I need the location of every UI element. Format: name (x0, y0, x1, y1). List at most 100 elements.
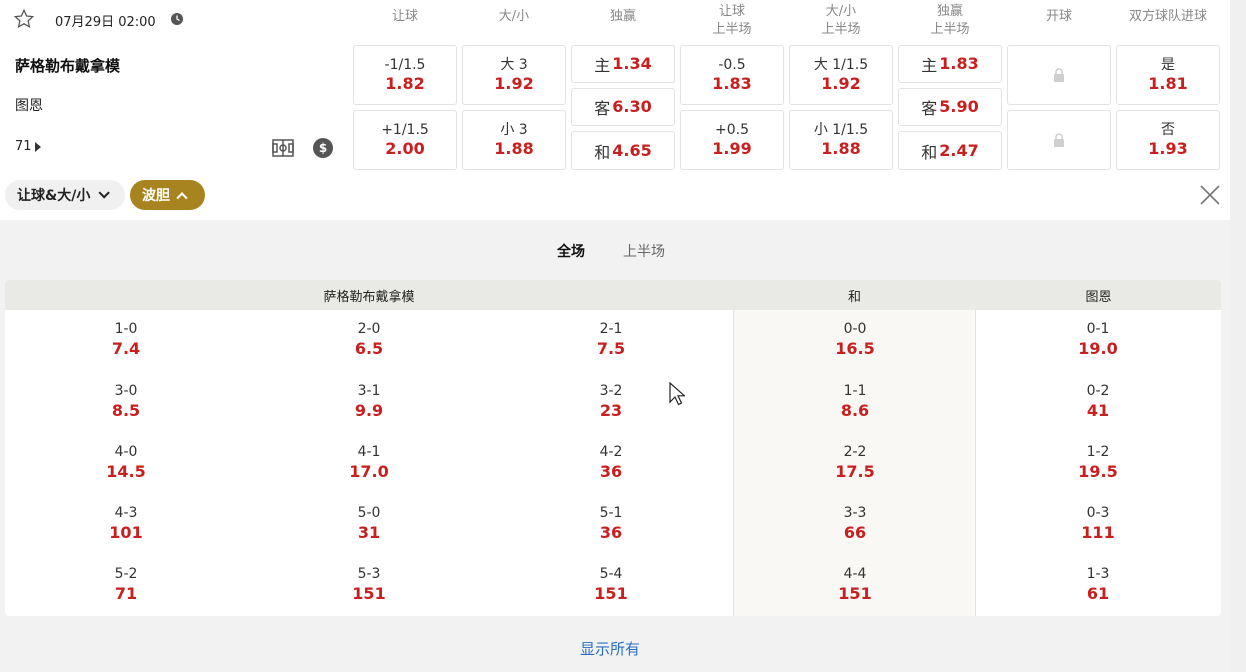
odds-button-moneyline-away[interactable]: 客 6.30 (571, 88, 675, 126)
column-header-total-1h: 大/小 上半场 (821, 4, 861, 37)
score-odds-cell[interactable]: 5-2 71 (56, 565, 196, 604)
odds-button-under-1h[interactable]: 小 1/1.5 1.88 (789, 110, 893, 170)
favorite-star-icon[interactable] (13, 8, 35, 30)
score-odds-value: 8.6 (840, 401, 870, 420)
odds-button-handicap-1h-home[interactable]: -0.5 1.83 (680, 45, 784, 105)
score-odds-cell[interactable]: 2-0 6.5 (299, 320, 439, 359)
odds-line: 小 3 (500, 122, 528, 138)
odds-button-handicap-home[interactable]: -1/1.5 1.82 (353, 45, 457, 105)
score-label: 0-0 (843, 321, 867, 337)
odds-line: -1/1.5 (384, 57, 426, 73)
odds-line: 否 (1161, 122, 1175, 138)
score-odds-cell[interactable]: 1-3 61 (1028, 565, 1168, 604)
home-team-name: 萨格勒布戴拿模 (15, 57, 121, 75)
score-odds-cell[interactable]: 4-4 151 (785, 565, 925, 604)
score-label: 1-2 (1086, 444, 1110, 460)
odds-value: 4.65 (612, 140, 652, 160)
odds-line: 小 1/1.5 (813, 122, 869, 138)
score-odds-cell[interactable]: 2-1 7.5 (541, 320, 681, 359)
score-odds-value: 17.0 (349, 462, 389, 481)
odds-button-under[interactable]: 小 3 1.88 (462, 110, 566, 170)
odds-label: 和 (594, 142, 611, 162)
column-header-total: 大/小 (498, 9, 530, 24)
odds-line: 大 3 (500, 57, 528, 73)
odds-line: +0.5 (715, 122, 749, 138)
score-odds-cell[interactable]: 4-0 14.5 (56, 443, 196, 482)
score-odds-cell[interactable]: 1-1 8.6 (785, 382, 925, 421)
score-odds-value: 151 (594, 584, 628, 603)
score-odds-cell[interactable]: 5-1 36 (541, 504, 681, 543)
tab-first-half[interactable]: 上半场 (623, 241, 665, 261)
grid-header-away: 图恩 (976, 280, 1221, 310)
score-odds-cell[interactable]: 0-1 19.0 (1028, 320, 1168, 359)
chevron-up-icon (176, 192, 188, 204)
show-all-link[interactable]: 显示所有 (580, 638, 640, 659)
odds-button-handicap-away[interactable]: +1/1.5 2.00 (353, 110, 457, 170)
score-odds-value: 9.9 (354, 401, 384, 420)
score-label: 0-2 (1086, 383, 1110, 399)
odds-line: +1/1.5 (381, 122, 429, 138)
odds-value: 6.30 (612, 97, 652, 116)
odds-button-over-1h[interactable]: 大 1/1.5 1.92 (789, 45, 893, 105)
odds-button-btts-no[interactable]: 否 1.93 (1116, 110, 1220, 170)
score-odds-cell[interactable]: 5-3 151 (299, 565, 439, 604)
score-label: 2-0 (357, 321, 381, 337)
lock-icon (1054, 133, 1064, 147)
odds-button-btts-yes[interactable]: 是 1.81 (1116, 45, 1220, 105)
score-label: 2-2 (843, 444, 867, 460)
score-label: 5-0 (357, 505, 381, 521)
odds-button-moneyline-home[interactable]: 主 1.34 (571, 45, 675, 83)
score-odds-value: 66 (843, 523, 867, 542)
score-odds-cell[interactable]: 1-0 7.4 (56, 320, 196, 359)
lock-icon (1054, 68, 1064, 82)
close-icon[interactable] (1199, 184, 1221, 206)
odds-line: 是 (1161, 57, 1175, 73)
filter-handicap-total-dropdown[interactable]: 让球&大/小 (5, 180, 125, 210)
score-odds-cell[interactable]: 5-0 31 (299, 504, 439, 543)
odds-line: 大 1/1.5 (813, 57, 869, 73)
score-odds-cell[interactable]: 3-2 23 (541, 382, 681, 421)
tab-full-time[interactable]: 全场 (557, 241, 585, 261)
score-odds-value: 31 (357, 523, 381, 542)
odds-button-moneyline-1h-away[interactable]: 客 5.90 (898, 88, 1002, 126)
score-odds-cell[interactable]: 1-2 19.5 (1028, 443, 1168, 482)
odds-button-moneyline-draw[interactable]: 和 4.65 (571, 131, 675, 170)
score-odds-cell[interactable]: 4-2 36 (541, 443, 681, 482)
score-odds-value: 71 (114, 584, 138, 603)
odds-button-moneyline-1h-home[interactable]: 主 1.83 (898, 45, 1002, 83)
score-odds-value: 36 (599, 523, 623, 542)
odds-value: 1.92 (821, 74, 861, 93)
score-odds-cell[interactable]: 4-3 101 (56, 504, 196, 543)
odds-label: 和 (921, 142, 938, 162)
score-odds-cell[interactable]: 3-3 66 (785, 504, 925, 543)
cashout-dollar-icon[interactable]: $ (313, 138, 333, 158)
filter-correct-score-toggle[interactable]: 波胆 (130, 180, 205, 210)
page-scrollbar[interactable] (1230, 0, 1246, 672)
score-odds-cell[interactable]: 3-1 9.9 (299, 382, 439, 421)
score-odds-value: 111 (1081, 523, 1115, 542)
odds-label: 客 (921, 99, 938, 118)
odds-button-moneyline-1h-draw[interactable]: 和 2.47 (898, 131, 1002, 170)
score-odds-cell[interactable]: 4-1 17.0 (299, 443, 439, 482)
score-odds-cell[interactable]: 5-4 151 (541, 565, 681, 604)
score-odds-value: 17.5 (835, 462, 875, 481)
score-odds-cell[interactable]: 0-0 16.5 (785, 320, 925, 359)
column-header-moneyline-1h: 独赢 上半场 (930, 4, 970, 37)
filter-label: 波胆 (142, 188, 170, 204)
score-label: 0-1 (1086, 321, 1110, 337)
more-markets-link[interactable]: 71 (15, 139, 41, 154)
pitch-stats-icon[interactable] (272, 138, 294, 158)
odds-label: 主 (594, 56, 611, 75)
score-odds-cell[interactable]: 2-2 17.5 (785, 443, 925, 482)
odds-value: 1.83 (939, 54, 979, 73)
odds-button-over[interactable]: 大 3 1.92 (462, 45, 566, 105)
odds-value: 5.90 (939, 97, 979, 116)
score-odds-value: 8.5 (111, 401, 141, 420)
score-odds-cell[interactable]: 3-0 8.5 (56, 382, 196, 421)
score-odds-cell[interactable]: 0-3 111 (1028, 504, 1168, 543)
odds-label: 主 (921, 56, 938, 75)
odds-button-handicap-1h-away[interactable]: +0.5 1.99 (680, 110, 784, 170)
odds-value: 1.93 (1148, 139, 1188, 158)
score-odds-cell[interactable]: 0-2 41 (1028, 382, 1168, 421)
score-label: 0-3 (1086, 505, 1110, 521)
